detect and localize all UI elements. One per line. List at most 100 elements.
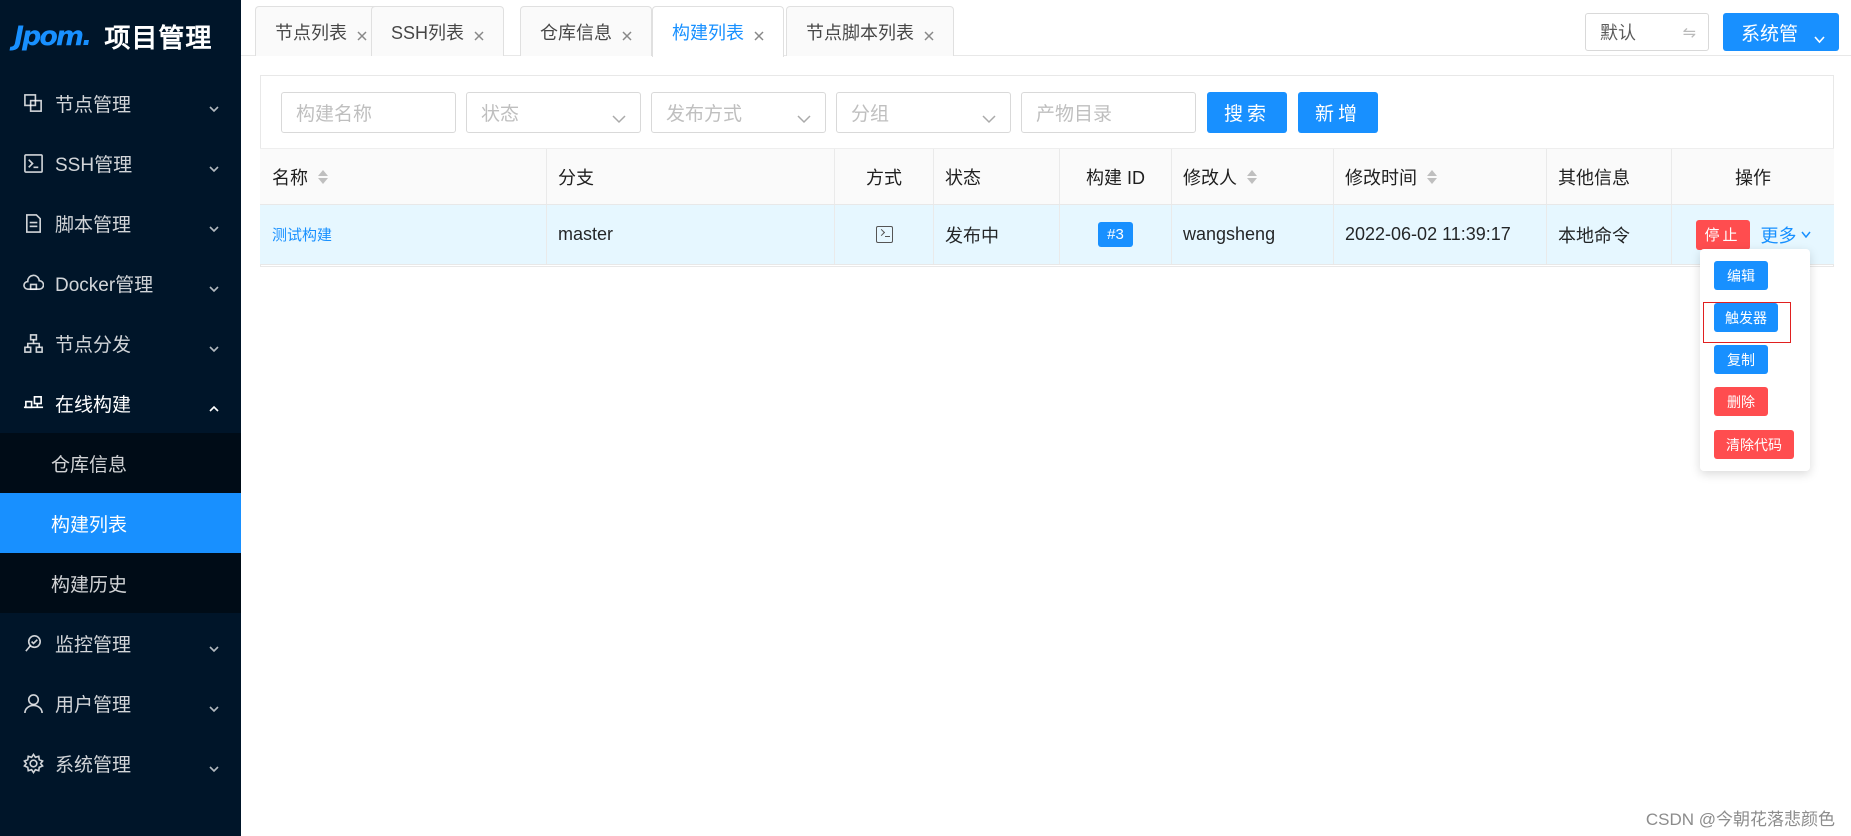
sidebar-item-build-list[interactable]: 构建列表 (0, 493, 241, 553)
cell-branch: master (547, 205, 835, 264)
build-name-input[interactable]: 构建名称 (281, 92, 456, 133)
placeholder: 发布方式 (666, 104, 743, 125)
chevron-down-icon (209, 218, 219, 233)
logo-mark: Jpom. (14, 21, 92, 52)
tab-repo-info[interactable]: 仓库信息 (520, 6, 652, 56)
sidebar-item-label: 用户管理 (55, 694, 132, 716)
close-icon[interactable] (923, 26, 935, 41)
chevron-down-icon (1814, 28, 1825, 44)
sidebar-item-label: 节点管理 (55, 94, 132, 116)
column-header-modifier[interactable]: 修改人 (1172, 149, 1334, 204)
sidebar-item-docker-manage[interactable]: Docker管理 (0, 253, 241, 313)
close-icon[interactable] (473, 26, 485, 41)
table-header: 名称 分支 方式 状态 构建 ID 修改人 修改时间 其他信息 操作 (260, 148, 1834, 205)
sidebar-item-build-history[interactable]: 构建历史 (0, 553, 241, 613)
tab-ssh-list[interactable]: SSH列表 (371, 6, 505, 56)
chevron-down-icon (209, 338, 219, 353)
column-header-status: 状态 (934, 149, 1060, 204)
file-icon (22, 212, 44, 234)
search-button[interactable]: 搜索 (1207, 92, 1287, 133)
release-method-select[interactable]: 发布方式 (651, 92, 826, 133)
tab-label: 仓库信息 (540, 22, 612, 43)
user-menu-button[interactable]: 系统管 (1723, 13, 1839, 51)
sidebar-item-online-build[interactable]: 在线构建 (0, 373, 241, 433)
sidebar-item-label: Docker管理 (55, 274, 154, 296)
sidebar-item-label: 脚本管理 (55, 214, 132, 236)
close-icon[interactable] (621, 26, 633, 41)
chevron-down-icon (209, 758, 219, 773)
sidebar-item-script-manage[interactable]: 脚本管理 (0, 193, 241, 253)
tab-build-list[interactable]: 构建列表 (652, 6, 784, 57)
sidebar-item-label: 系统管理 (55, 754, 132, 776)
sidebar-item-label: 节点分发 (55, 334, 132, 356)
app-root: Jpom. 项目管理 节点管理 SSH管理 脚本管理 Docker管理 节点分发… (0, 0, 1851, 836)
sidebar-item-system-manage[interactable]: 系统管理 (0, 733, 241, 793)
sidebar-item-monitor-manage[interactable]: 监控管理 (0, 613, 241, 673)
sidebar-item-label: 监控管理 (55, 634, 132, 656)
app-title: 项目管理 (104, 23, 213, 53)
build-id-tag[interactable]: #3 (1098, 222, 1133, 247)
more-actions-menu: 编辑 触发器 复制 删除 清除代码 (1700, 249, 1810, 471)
stop-button[interactable]: 停止 (1695, 219, 1750, 250)
workspace-value: 默认 (1600, 23, 1636, 43)
build-table: 名称 分支 方式 状态 构建 ID 修改人 修改时间 其他信息 操作 测试构建 … (260, 148, 1834, 265)
sort-icon[interactable] (1427, 169, 1437, 184)
cell-modified-time: 2022-06-02 11:39:17 (1334, 205, 1547, 264)
workspace-select[interactable]: 默认 ⇋ (1585, 13, 1709, 51)
sort-icon[interactable] (318, 169, 328, 184)
chevron-down-icon (797, 108, 811, 124)
table-row[interactable]: 测试构建 master 发布中 #3 wangsheng 2022-06-02 … (260, 205, 1834, 265)
user-icon (22, 692, 44, 714)
chevron-down-icon (982, 108, 996, 124)
sidebar-item-label: SSH管理 (55, 154, 133, 176)
tab-node-list[interactable]: 节点列表 (255, 6, 387, 56)
sidebar-item-label: 在线构建 (55, 394, 132, 416)
placeholder: 状态 (481, 104, 520, 125)
delete-button[interactable]: 删除 (1714, 387, 1768, 416)
chevron-down-icon (209, 158, 219, 173)
column-header-other-info: 其他信息 (1547, 149, 1672, 204)
close-icon[interactable] (356, 26, 368, 41)
terminal-icon (875, 226, 893, 243)
cloud-icon (22, 272, 44, 294)
logo[interactable]: Jpom. 项目管理 (0, 0, 241, 73)
apartment-icon (22, 332, 44, 354)
cell-modifier: wangsheng (1172, 205, 1334, 264)
terminal-icon (22, 152, 44, 174)
more-dropdown[interactable]: 更多 (1761, 222, 1811, 248)
column-header-actions: 操作 (1735, 167, 1771, 188)
placeholder: 分组 (851, 104, 890, 125)
sidebar-item-node-manage[interactable]: 节点管理 (0, 73, 241, 133)
group-select[interactable]: 分组 (836, 92, 1011, 133)
gear-icon (22, 752, 44, 774)
swap-icon: ⇋ (1682, 25, 1696, 42)
chevron-down-icon (209, 278, 219, 293)
sidebar-item-node-dispatch[interactable]: 节点分发 (0, 313, 241, 373)
close-icon[interactable] (753, 26, 765, 41)
watermark: CSDN @今朝花落悲颜色 (1645, 810, 1835, 829)
cell-method (835, 205, 934, 264)
tab-label: 节点列表 (275, 22, 347, 43)
sidebar: Jpom. 项目管理 节点管理 SSH管理 脚本管理 Docker管理 节点分发… (0, 0, 241, 836)
chevron-down-icon (209, 638, 219, 653)
edit-button[interactable]: 编辑 (1714, 261, 1768, 290)
column-header-modified-time[interactable]: 修改时间 (1334, 149, 1547, 204)
column-header-name[interactable]: 名称 (260, 149, 547, 204)
add-button[interactable]: 新增 (1298, 92, 1378, 133)
column-header-method: 方式 (835, 149, 934, 204)
artifact-dir-input[interactable]: 产物目录 (1021, 92, 1196, 133)
sidebar-item-repo-info[interactable]: 仓库信息 (0, 433, 241, 493)
sort-icon[interactable] (1247, 169, 1257, 184)
build-name-link[interactable]: 测试构建 (272, 224, 332, 245)
tab-label: 节点脚本列表 (806, 22, 914, 43)
placeholder: 构建名称 (296, 104, 373, 125)
monitor-icon (22, 632, 44, 654)
build-icon (22, 392, 44, 414)
chevron-down-icon (612, 108, 626, 124)
status-select[interactable]: 状态 (466, 92, 641, 133)
sidebar-item-user-manage[interactable]: 用户管理 (0, 673, 241, 733)
tab-node-script-list[interactable]: 节点脚本列表 (786, 6, 954, 56)
sidebar-item-ssh-manage[interactable]: SSH管理 (0, 133, 241, 193)
clear-code-button[interactable]: 清除代码 (1714, 430, 1794, 459)
copy-button[interactable]: 复制 (1714, 345, 1768, 374)
